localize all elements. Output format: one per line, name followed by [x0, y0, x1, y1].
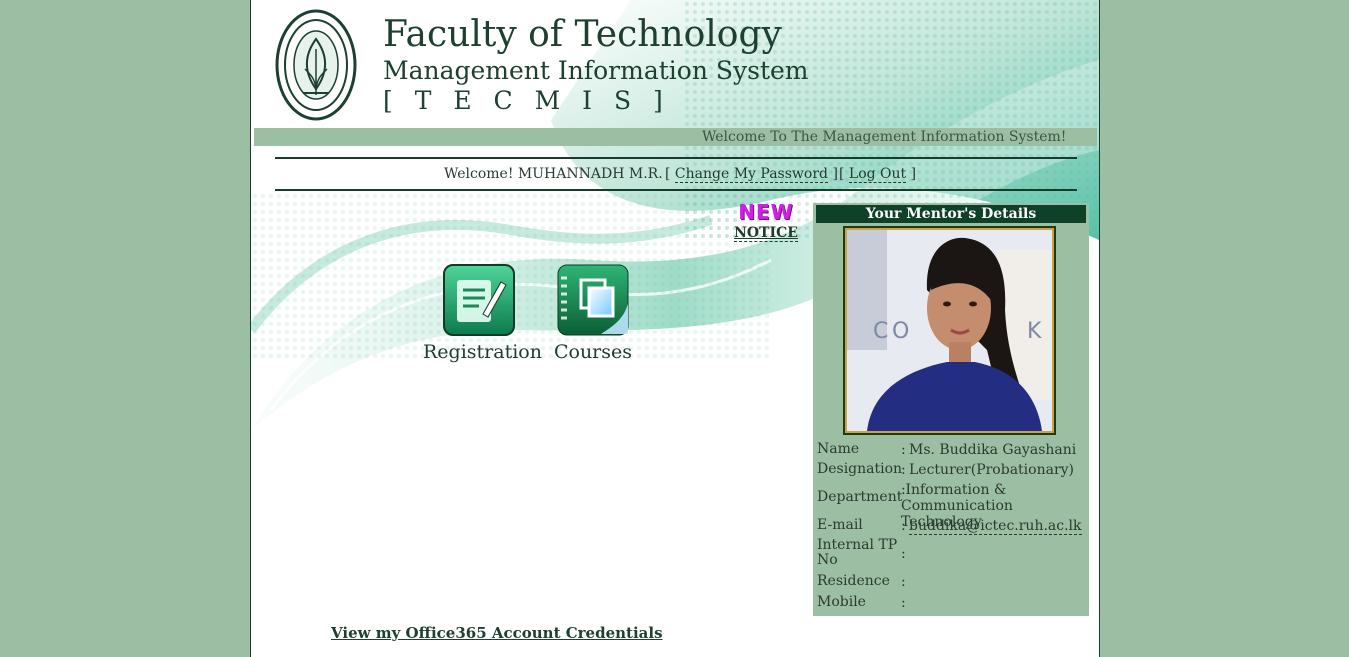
mentor-panel: Your Mentor's Details C O K Name: Ms. B…: [813, 203, 1089, 616]
change-password-link[interactable]: Change My Password: [674, 166, 828, 183]
system-code: [ T E C M I S ]: [383, 86, 670, 115]
detail-row-designation: Designation : Lecturer(Probationary): [817, 462, 1087, 482]
mentor-photo: C O K: [843, 226, 1056, 435]
bracket-open: [: [665, 166, 671, 182]
detail-separator: :: [901, 574, 906, 590]
detail-key: Designation: [817, 461, 903, 477]
detail-key: Internal TP No: [817, 537, 898, 568]
detail-row-residence: Residence :: [817, 574, 1087, 595]
bracket-close: ]: [910, 166, 917, 182]
detail-key: Residence: [817, 573, 890, 589]
registration-document-icon: [443, 264, 515, 336]
detail-key: E-mail: [817, 517, 863, 533]
bracket-close: ]: [832, 166, 838, 182]
detail-row-internal-tp: Internal TP No :: [817, 538, 1087, 574]
tile-courses-label: Courses: [553, 341, 633, 363]
user-bar: Welcome! MUHANNADH M.R. [ Change My Pass…: [275, 157, 1077, 191]
svg-text:K: K: [1027, 319, 1042, 344]
bracket-open: [: [839, 166, 845, 182]
svg-text:C: C: [873, 319, 888, 344]
page-container: Faculty of Technology Management Informa…: [250, 0, 1100, 657]
university-crest-icon: [275, 9, 357, 121]
detail-key: Department: [817, 489, 903, 505]
mentor-photo-image: C O K: [847, 230, 1052, 431]
detail-separator: :: [901, 518, 906, 534]
welcome-user-text: Welcome! MUHANNADH M.R.: [444, 166, 663, 182]
page-title: Faculty of Technology: [383, 14, 782, 55]
detail-row-mobile: Mobile :: [817, 595, 1087, 615]
detail-value-name: Ms. Buddika Gayashani: [909, 442, 1077, 458]
mentor-heading: Your Mentor's Details: [816, 205, 1086, 223]
mentor-details: Name : Ms. Buddika Gayashani Designation…: [817, 442, 1087, 615]
svg-text:O: O: [892, 319, 909, 344]
detail-separator: :: [901, 595, 906, 611]
page-subtitle: Management Information System: [383, 56, 809, 85]
welcome-marquee: Welcome To The Management Information Sy…: [254, 128, 1097, 146]
logout-link[interactable]: Log Out: [848, 166, 907, 183]
change-password-wrapper: [ Change My Password ]: [665, 166, 838, 183]
detail-separator: :: [901, 546, 906, 562]
tile-registration[interactable]: Registration: [423, 264, 542, 363]
notice-block: NEW NOTICE: [734, 202, 798, 242]
marquee-text: Welcome To The Management Information Sy…: [702, 129, 1067, 145]
tile-courses[interactable]: Courses: [543, 264, 643, 363]
detail-row-name: Name : Ms. Buddika Gayashani: [817, 442, 1087, 462]
detail-row-email: E-mail : buddika@ictec.ruh.ac.lk: [817, 518, 1087, 538]
detail-key: Name: [817, 441, 860, 457]
detail-row-department: Department : Information & Communication…: [817, 482, 1087, 530]
notice-link[interactable]: NOTICE: [734, 226, 798, 242]
detail-separator: :: [901, 462, 906, 478]
new-badge: NEW: [738, 200, 794, 224]
header: Faculty of Technology Management Informa…: [251, 0, 1099, 128]
logout-wrapper: [ Log Out ]: [839, 166, 917, 183]
detail-separator: :: [901, 442, 906, 458]
office365-credentials-link[interactable]: View my Office365 Account Credentials: [331, 624, 663, 642]
detail-value-email-wrapper: buddika@ictec.ruh.ac.lk: [909, 518, 1089, 535]
tile-registration-label: Registration: [423, 341, 542, 363]
mentor-email-link[interactable]: buddika@ictec.ruh.ac.lk: [909, 518, 1082, 535]
courses-notebook-icon: [557, 264, 629, 336]
detail-key: Mobile: [817, 594, 866, 610]
detail-value-designation: Lecturer(Probationary): [909, 462, 1075, 478]
